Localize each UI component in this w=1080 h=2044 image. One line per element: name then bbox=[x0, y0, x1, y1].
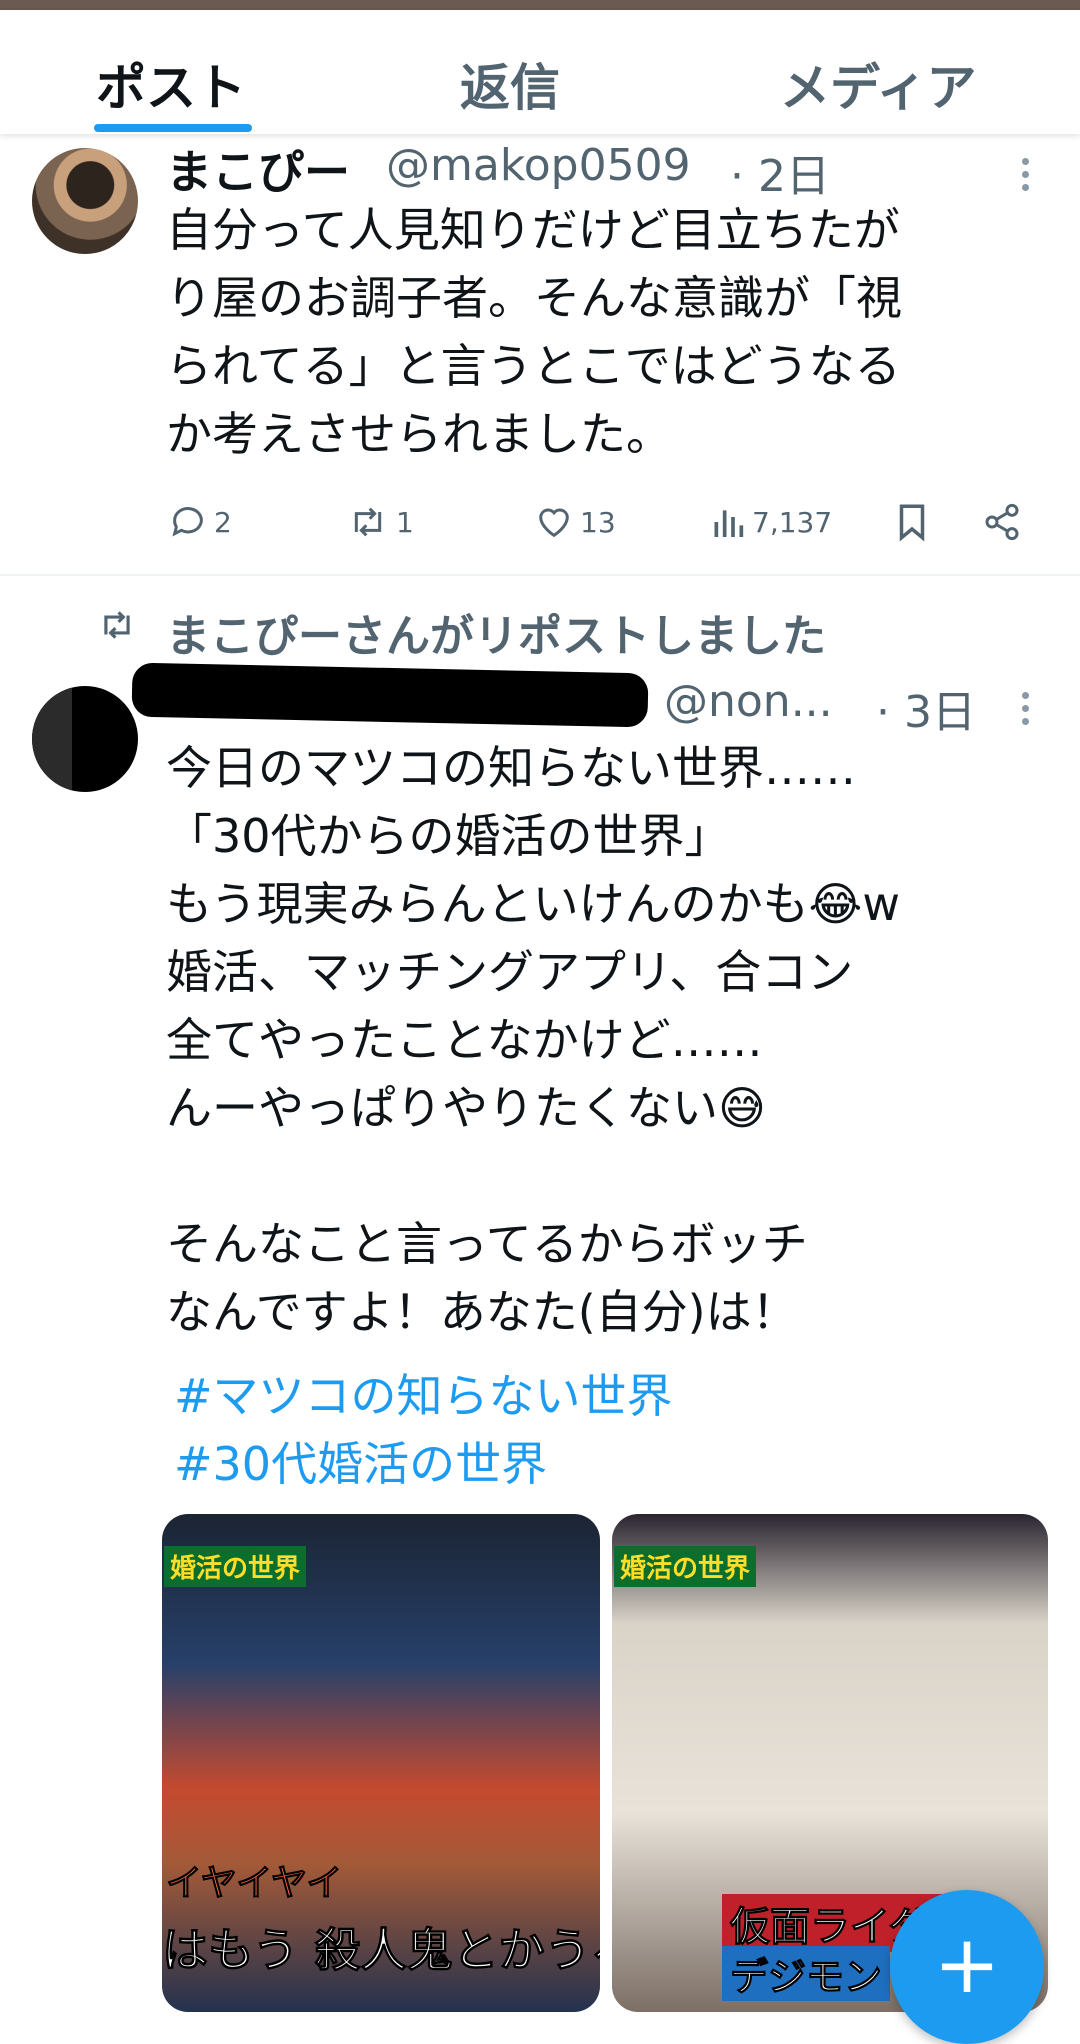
post-text-line: 今日のマツコの知らない世界…… bbox=[166, 741, 856, 795]
post-text-line: か考えさせられました。 bbox=[166, 407, 672, 461]
like-count: 13 bbox=[580, 505, 616, 539]
like-button[interactable]: 13 bbox=[534, 502, 616, 542]
tab-posts[interactable]: ポスト bbox=[96, 48, 246, 120]
more-icon[interactable] bbox=[1022, 692, 1032, 731]
heart-icon bbox=[539, 508, 569, 538]
tv-caption: はもう 殺人鬼とかうろ bbox=[162, 1923, 600, 1978]
post-time: · 3日 bbox=[876, 687, 976, 738]
post-text-line: んーやっぱりやりたくない😅 bbox=[166, 1081, 766, 1135]
hashtag-link[interactable]: #30代婚活の世界 bbox=[174, 1428, 547, 1494]
bookmark-button[interactable] bbox=[894, 502, 936, 542]
view-count: 7,137 bbox=[752, 505, 833, 539]
reply-button[interactable]: 2 bbox=[168, 502, 232, 542]
status-strip bbox=[0, 0, 1080, 10]
tab-media[interactable]: メディア bbox=[780, 48, 977, 120]
reply-icon bbox=[172, 507, 203, 537]
post-text-line: もう現実みらんといけんのかも😂w bbox=[166, 877, 900, 931]
post-text-line: 全てやったことなかけど…… bbox=[166, 1013, 763, 1067]
author-handle[interactable]: @non... bbox=[664, 676, 833, 727]
post-text-line: そんなこと言ってるからボッチ bbox=[166, 1217, 808, 1271]
compose-button[interactable]: + bbox=[890, 1890, 1044, 2044]
post-text-line: 自分って人見知りだけど目立ちたが bbox=[166, 203, 900, 257]
avatar[interactable] bbox=[32, 148, 138, 254]
post-divider bbox=[0, 574, 1080, 576]
redacted-name bbox=[131, 662, 649, 728]
tv-label: 婚活の世界 bbox=[614, 1546, 757, 1587]
repost-button[interactable]: 1 bbox=[346, 502, 414, 542]
post-text-line: 「30代からの婚活の世界」 bbox=[166, 809, 731, 863]
profile-tabs: ポスト 返信 メディア bbox=[0, 10, 1080, 134]
bookmark-icon bbox=[899, 504, 925, 542]
tv-subcaption: イヤイヤイ bbox=[165, 1863, 343, 1905]
post-text-line: 婚活、マッチングアプリ、合コン bbox=[166, 945, 854, 999]
views-button[interactable]: 7,137 bbox=[710, 502, 832, 542]
avatar[interactable] bbox=[32, 686, 138, 792]
repost-icon bbox=[104, 611, 130, 639]
author-name[interactable]: まこぴー bbox=[166, 136, 350, 202]
tab-active-indicator bbox=[94, 124, 252, 132]
repost-banner-text: まこぴーさんがリポストしました bbox=[166, 611, 826, 662]
post-text-line: なんですよ！あなた(自分)は！ bbox=[166, 1285, 798, 1339]
author-handle[interactable]: @makop0509 bbox=[386, 140, 691, 191]
hashtag-link[interactable]: #マツコの知らない世界 bbox=[174, 1360, 673, 1426]
repost-count: 1 bbox=[396, 505, 414, 539]
analytics-icon bbox=[714, 510, 744, 537]
tv-label: 婚活の世界 bbox=[164, 1546, 307, 1587]
reply-count: 2 bbox=[214, 505, 232, 539]
post-text-line: り屋のお調子者。そんな意識が「視 bbox=[166, 271, 902, 325]
media-image[interactable]: 婚活の世界 イヤイヤイ はもう 殺人鬼とかうろ bbox=[162, 1514, 600, 2012]
share-icon bbox=[985, 503, 1019, 541]
tab-replies[interactable]: 返信 bbox=[460, 48, 560, 120]
more-icon[interactable] bbox=[1022, 158, 1032, 197]
repost-icon bbox=[354, 507, 382, 537]
tv-subcaption: デジモン bbox=[722, 1946, 891, 2001]
share-button[interactable] bbox=[982, 502, 1028, 542]
post-text-line: られてる」と言うとこではどうなる bbox=[166, 339, 901, 393]
post-time: · 2日 bbox=[730, 151, 830, 202]
